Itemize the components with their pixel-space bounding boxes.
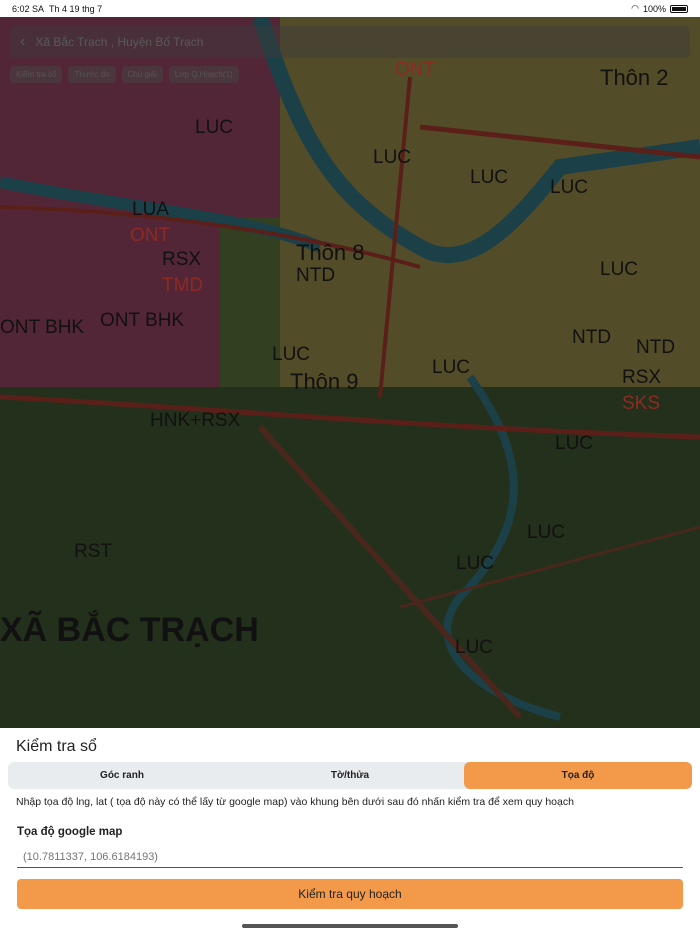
chip-legend[interactable]: Chú giải (122, 66, 163, 83)
map-label: RSX (162, 249, 201, 271)
coordinates-label: Tọa độ google map (17, 826, 122, 838)
tab-corner[interactable]: Góc ranh (8, 762, 236, 789)
coordinates-input[interactable] (17, 846, 683, 868)
map-label: Thôn 9 (290, 369, 359, 395)
map-label: LUC (470, 167, 508, 189)
wifi-icon: ◠ (631, 3, 639, 14)
back-chevron-icon[interactable]: ‹ (20, 33, 25, 51)
map-label: LUC (195, 117, 233, 139)
map-label: LUC (272, 344, 310, 366)
status-bar: 6:02 SA Th 4 19 thg 7 ◠ 100% (0, 0, 700, 17)
map-label: LUC (432, 357, 470, 379)
map-label: ONT (130, 225, 170, 247)
map-label: ONT BHK (0, 317, 84, 339)
map-label: LUC (550, 177, 588, 199)
map-label: RSX (622, 367, 661, 389)
map-label: RST (74, 541, 112, 563)
map-label: LUC (555, 433, 593, 455)
instructions: Nhập tọa độ lng, lat ( tọa độ này có thể… (16, 796, 574, 808)
chip-ruler[interactable]: Thước đo (68, 66, 115, 83)
map-label: LUA (132, 199, 169, 221)
map-label: NTD (572, 327, 611, 349)
battery-icon (670, 5, 688, 13)
tab-sheet-parcel[interactable]: Tờ/thửa (236, 762, 464, 789)
map-label: NTD (636, 337, 675, 359)
map-label: TMD (162, 275, 203, 297)
map-label: LUC (456, 553, 494, 575)
map-label: LUC (373, 147, 411, 169)
map-label: Thôn 2 (600, 65, 669, 91)
map-label: Thôn 8 (296, 240, 365, 266)
header-bar: ‹ Xã Bắc Trạch , Huyện Bố Trạch (10, 26, 690, 58)
map-label: HNK+RSX (150, 410, 240, 432)
map-label: ONT (395, 59, 435, 81)
status-date: Th 4 19 thg 7 (49, 4, 102, 14)
map-label: LUC (455, 637, 493, 659)
map-label: SKS (622, 393, 660, 415)
map-label: XÃ BẮC TRẠCH (0, 611, 259, 650)
sheet-title: Kiểm tra sổ (16, 738, 97, 756)
battery-percent: 100% (643, 4, 666, 14)
map-label: LUC (600, 259, 638, 281)
map-label: ONT BHK (100, 310, 184, 332)
check-planning-button[interactable]: Kiểm tra quy hoạch (17, 879, 683, 909)
mode-tabs: Góc ranh Tờ/thửa Tọa độ (8, 762, 692, 789)
chip-check-book[interactable]: Kiểm tra số (10, 66, 62, 83)
map-label: LUC (527, 522, 565, 544)
check-book-sheet: Kiểm tra sổ Góc ranh Tờ/thửa Tọa độ Nhập… (0, 728, 700, 934)
page-title: Xã Bắc Trạch , Huyện Bố Trạch (35, 35, 203, 49)
status-time: 6:02 SA (12, 4, 44, 14)
map-label: NTD (296, 265, 335, 287)
home-indicator (242, 924, 458, 928)
tab-coordinates[interactable]: Tọa độ (464, 762, 692, 789)
map-toolbar: Kiểm tra số Thước đo Chú giải Lớp Q.Hoạc… (10, 66, 239, 83)
planning-map[interactable]: ONT Thôn 2 LUC LUC LUC LUC LUA ONT RSX T… (0, 17, 700, 728)
chip-planning-layer[interactable]: Lớp Q.Hoạch(1) (169, 66, 239, 83)
